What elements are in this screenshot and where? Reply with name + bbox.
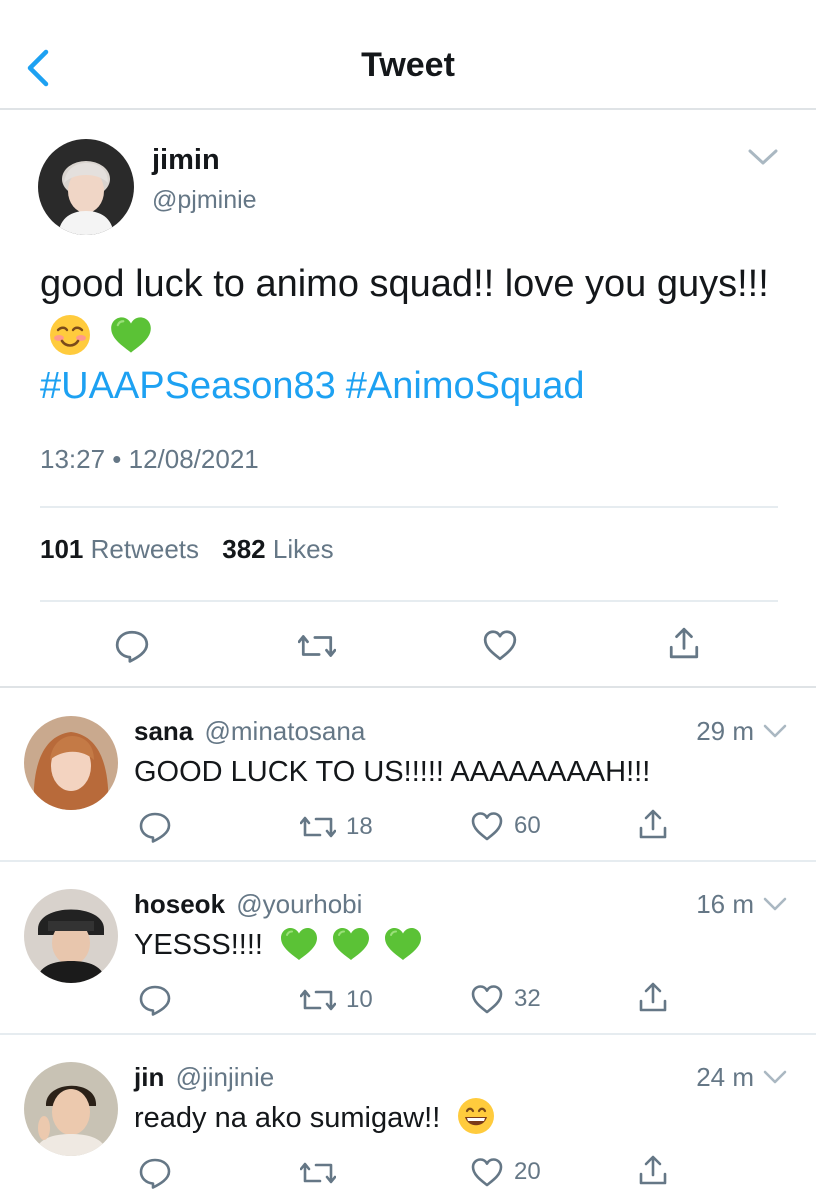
author-name[interactable]: hoseok bbox=[134, 889, 225, 919]
retweet-icon bbox=[298, 630, 336, 662]
hashtags: #UAAPSeason83 #AnimoSquad bbox=[40, 360, 595, 412]
like-count: 60 bbox=[514, 812, 541, 839]
reply-time: 29 m bbox=[696, 716, 754, 746]
green-heart-emoji-icon bbox=[383, 926, 423, 962]
hashtag-link[interactable]: #AnimoSquad bbox=[346, 365, 585, 407]
chevron-down-icon[interactable] bbox=[762, 1068, 788, 1086]
avatar[interactable] bbox=[24, 716, 118, 810]
divider bbox=[40, 506, 778, 508]
chevron-down-icon[interactable] bbox=[762, 895, 788, 913]
avatar[interactable] bbox=[38, 139, 134, 235]
retweet-button[interactable] bbox=[298, 630, 336, 662]
page-title: Tweet bbox=[361, 46, 455, 84]
avatar[interactable] bbox=[24, 889, 118, 983]
reply-button[interactable] bbox=[138, 810, 172, 844]
author-name[interactable]: jimin bbox=[152, 144, 220, 177]
like-button[interactable] bbox=[482, 628, 518, 662]
like-count: 20 bbox=[514, 1158, 541, 1185]
smiling-face-emoji-icon bbox=[50, 314, 90, 355]
reply-body: ready na ako sumigaw!! bbox=[134, 1102, 441, 1134]
retweet-button[interactable]: 18 bbox=[300, 812, 373, 842]
retweet-count: 10 bbox=[346, 986, 373, 1013]
chevron-down-icon[interactable] bbox=[746, 146, 780, 168]
share-button[interactable] bbox=[638, 981, 668, 1013]
like-icon bbox=[470, 983, 504, 1015]
author-name[interactable]: jin bbox=[134, 1062, 164, 1092]
reply-time: 24 m bbox=[696, 1062, 754, 1092]
likes-label[interactable]: Likes bbox=[273, 534, 334, 564]
green-heart-emoji-icon bbox=[279, 926, 319, 962]
like-icon bbox=[470, 810, 504, 842]
author-handle[interactable]: @pjminie bbox=[152, 186, 257, 215]
share-icon bbox=[668, 626, 700, 660]
chevron-down-icon[interactable] bbox=[762, 722, 788, 740]
reply-text: YESSS!!!! bbox=[134, 929, 423, 962]
like-icon bbox=[482, 628, 518, 662]
green-heart-emoji-icon bbox=[109, 315, 153, 355]
green-heart-emoji-icon bbox=[331, 926, 371, 962]
share-button[interactable] bbox=[668, 626, 700, 660]
reply-icon bbox=[114, 628, 150, 664]
like-button[interactable]: 20 bbox=[470, 1156, 541, 1188]
retweet-button[interactable]: 10 bbox=[300, 985, 373, 1015]
reply-tweet[interactable]: jin @jinjinie 24 m ready na ako sumigaw!… bbox=[0, 1036, 816, 1200]
tweet-actions bbox=[0, 622, 816, 672]
tweet-body: good luck to animo squad!! love you guys… bbox=[40, 263, 769, 305]
like-button[interactable]: 60 bbox=[470, 810, 541, 842]
like-icon bbox=[470, 1156, 504, 1188]
reply-actions: 10 32 bbox=[0, 983, 816, 1023]
author-name[interactable]: sana bbox=[134, 716, 193, 746]
grinning-face-emoji-icon bbox=[458, 1098, 495, 1135]
reply-header: hoseok @yourhobi bbox=[134, 889, 362, 920]
main-tweet: jimin @pjminie good luck to animo squad!… bbox=[0, 112, 816, 688]
avatar[interactable] bbox=[24, 1062, 118, 1156]
reply-button[interactable] bbox=[138, 1156, 172, 1190]
reply-icon bbox=[138, 983, 172, 1017]
reply-text: GOOD LUCK TO US!!!!! AAAAAAAAH!!! bbox=[134, 756, 651, 788]
retweet-icon bbox=[300, 1158, 336, 1188]
retweet-button[interactable] bbox=[300, 1158, 336, 1188]
reply-header: sana @minatosana bbox=[134, 716, 365, 747]
tweet-timestamp: 13:27 • 12/08/2021 bbox=[40, 444, 259, 474]
retweet-icon bbox=[300, 985, 336, 1015]
retweet-icon bbox=[300, 812, 336, 842]
divider bbox=[40, 600, 778, 602]
retweet-count: 18 bbox=[346, 813, 373, 840]
reply-tweet[interactable]: sana @minatosana 29 m GOOD LUCK TO US!!!… bbox=[0, 690, 816, 862]
reply-tweet[interactable]: hoseok @yourhobi 16 m YESSS!!!! 10 32 bbox=[0, 863, 816, 1035]
reply-icon bbox=[138, 810, 172, 844]
navigation-bar: Tweet bbox=[0, 0, 816, 110]
reply-actions: 20 bbox=[0, 1156, 816, 1196]
reply-button[interactable] bbox=[114, 628, 150, 664]
author-handle[interactable]: @yourhobi bbox=[236, 889, 362, 919]
reply-text: ready na ako sumigaw!! bbox=[134, 1098, 496, 1136]
reply-actions: 18 60 bbox=[0, 810, 816, 850]
reply-time: 16 m bbox=[696, 889, 754, 919]
reply-body: YESSS!!!! bbox=[134, 929, 263, 961]
like-button[interactable]: 32 bbox=[470, 983, 541, 1015]
share-button[interactable] bbox=[638, 1154, 668, 1186]
reply-header: jin @jinjinie bbox=[134, 1062, 274, 1093]
share-icon bbox=[638, 981, 668, 1013]
author-handle[interactable]: @jinjinie bbox=[176, 1062, 275, 1092]
reply-icon bbox=[138, 1156, 172, 1190]
reply-button[interactable] bbox=[138, 983, 172, 1017]
like-count[interactable]: 382 bbox=[222, 534, 265, 564]
author-handle[interactable]: @minatosana bbox=[205, 716, 366, 746]
retweet-count[interactable]: 101 bbox=[40, 534, 83, 564]
share-icon bbox=[638, 1154, 668, 1186]
tweet-text: good luck to animo squad!! love you guys… bbox=[40, 258, 780, 362]
tweet-stats: 101 Retweets 382 Likes bbox=[40, 534, 334, 565]
share-button[interactable] bbox=[638, 808, 668, 840]
share-icon bbox=[638, 808, 668, 840]
like-count: 32 bbox=[514, 985, 541, 1012]
retweets-label[interactable]: Retweets bbox=[91, 534, 199, 564]
hashtag-link[interactable]: #UAAPSeason83 bbox=[40, 365, 336, 407]
